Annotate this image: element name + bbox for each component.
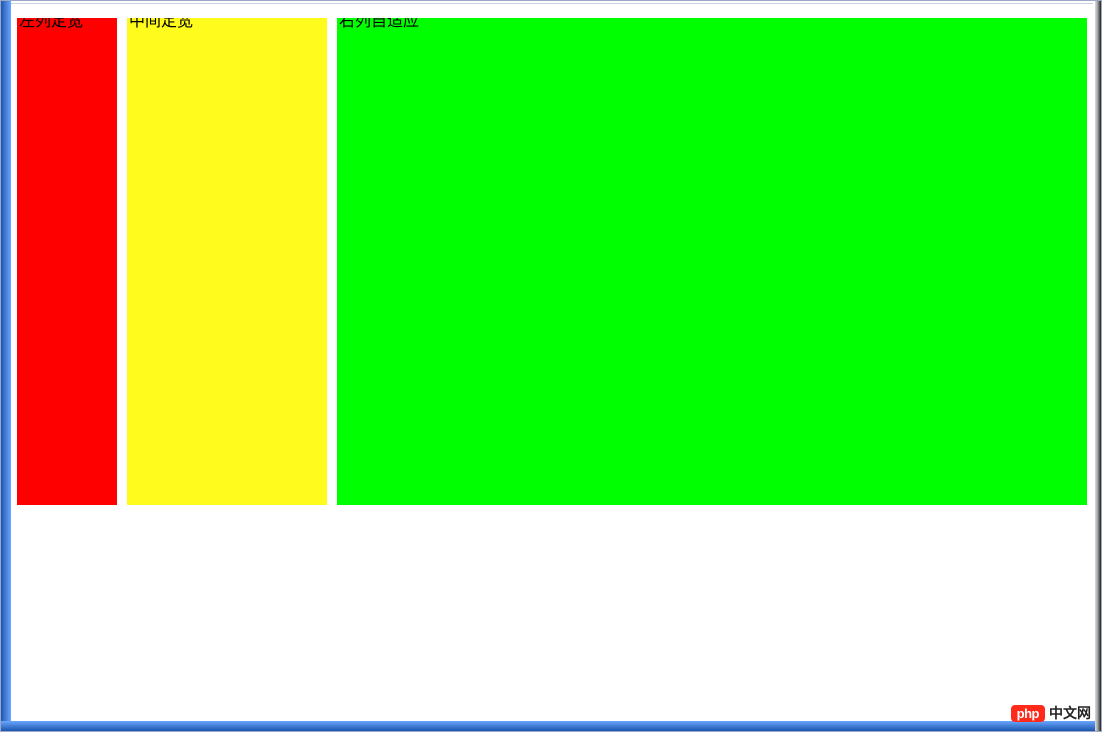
window-left-border bbox=[1, 1, 11, 731]
right-column: 右列自适应 bbox=[337, 10, 1087, 505]
php-cn-watermark: php 中文网 bbox=[1011, 701, 1091, 725]
page-content: 左列定宽 中间定宽 右列自适应 bbox=[11, 3, 1093, 721]
window-bottom-border bbox=[1, 721, 1101, 731]
address-bar-area bbox=[11, 4, 1093, 18]
three-column-layout: 左列定宽 中间定宽 右列自适应 bbox=[11, 4, 1093, 510]
watermark-text: 中文网 bbox=[1049, 703, 1091, 723]
left-column: 左列定宽 bbox=[17, 10, 117, 505]
browser-window: 左列定宽 中间定宽 右列自适应 php 中文网 bbox=[0, 0, 1102, 732]
php-badge-icon: php bbox=[1011, 705, 1045, 722]
vertical-scrollbar[interactable] bbox=[1095, 1, 1101, 731]
middle-column: 中间定宽 bbox=[127, 10, 327, 505]
